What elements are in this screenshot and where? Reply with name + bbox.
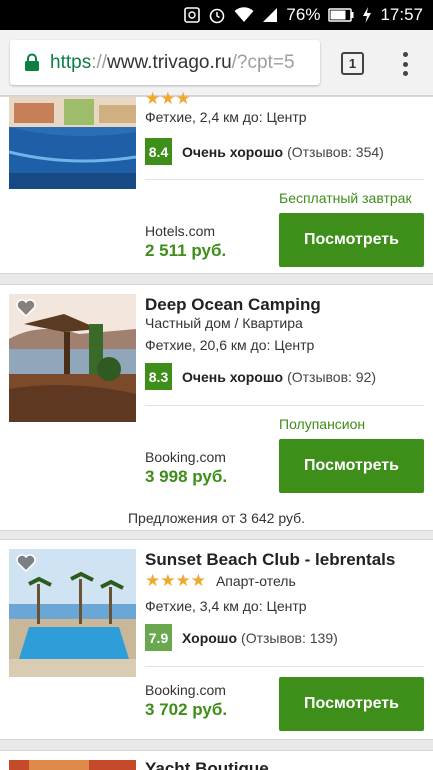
signal-icon	[262, 7, 278, 23]
battery-icon	[328, 8, 354, 22]
hotel-distance: Фетхие, 3,4 км до: Центр	[145, 598, 307, 614]
view-deal-button[interactable]: Посмотреть	[279, 677, 424, 731]
hotel-type: Частный дом / Квартира	[145, 315, 303, 331]
rating: 7.9 Хорошо (Отзывов: 139)	[145, 624, 338, 651]
hotel-name[interactable]: Deep Ocean Camping	[145, 295, 321, 315]
review-count: (Отзывов: 354)	[287, 143, 384, 160]
rating: 8.4 Очень хорошо (Отзывов: 354)	[145, 138, 384, 165]
hotel-card[interactable]: Sunset Beach Club - lebrentals ★★★★ Апар…	[0, 539, 433, 740]
rating-score: 8.3	[145, 363, 172, 390]
hotel-card[interactable]: Deep Ocean Camping Частный дом / Квартир…	[0, 284, 433, 531]
charging-icon	[362, 7, 372, 23]
hotel-name[interactable]: Yacht Boutique	[145, 759, 269, 770]
hotel-stars: ★★★★	[145, 571, 206, 590]
lock-icon	[24, 53, 40, 72]
overflow-menu-icon[interactable]	[398, 50, 412, 78]
hotel-photo[interactable]	[9, 294, 136, 422]
offers-link[interactable]: Предложения от 3 642 руб.	[0, 510, 433, 526]
hotel-class: ★★★★ Апарт-отель	[145, 571, 296, 591]
review-count: (Отзывов: 139)	[241, 629, 338, 646]
url-host: www.trivago.ru	[107, 51, 232, 73]
review-count: (Отзывов: 92)	[287, 368, 377, 385]
hotel-photo[interactable]	[9, 97, 136, 189]
hotel-distance: Фетхие, 2,4 км до: Центр	[145, 109, 307, 125]
photo-notification-icon	[184, 7, 201, 23]
booking-site: Booking.com	[145, 682, 226, 698]
rating: 8.3 Очень хорошо (Отзывов: 92)	[145, 363, 376, 390]
clock: 17:57	[380, 5, 423, 24]
hotel-price: 3 702 руб.	[145, 700, 228, 719]
address-bar[interactable]: https://www.trivago.ru/?cpt=5	[10, 40, 320, 85]
hotel-photo[interactable]	[9, 549, 136, 677]
deal-badge: Бесплатный завтрак	[279, 190, 412, 206]
rating-score: 8.4	[145, 138, 172, 165]
url-path: /?cpt=5	[231, 51, 295, 73]
browser-toolbar: https://www.trivago.ru/?cpt=5 1	[0, 30, 433, 96]
rating-score: 7.9	[145, 624, 172, 651]
rating-text: Хорошо	[182, 629, 238, 646]
hotel-price: 3 998 руб.	[145, 467, 228, 486]
hotel-price: 2 511 руб.	[145, 241, 227, 260]
rating-text: Очень хорошо	[182, 368, 284, 385]
divider	[145, 405, 424, 406]
battery-percent: 76%	[286, 5, 321, 24]
wifi-icon	[234, 7, 254, 23]
rating-text: Очень хорошо	[182, 143, 284, 160]
deal-badge: Полупансион	[279, 416, 366, 432]
hotel-card[interactable]: Yacht Boutique	[0, 750, 433, 770]
booking-site: Hotels.com	[145, 223, 216, 239]
hotel-type: Апарт-отель	[215, 573, 296, 589]
hotel-photo[interactable]	[9, 760, 136, 770]
alarm-icon	[208, 6, 226, 24]
booking-site: Booking.com	[145, 449, 226, 465]
view-deal-button[interactable]: Посмотреть	[279, 439, 424, 493]
tab-switcher-button[interactable]: 1	[341, 52, 364, 75]
status-bar: 76% 17:57	[0, 0, 433, 30]
hotel-name[interactable]: Sunset Beach Club - lebrentals	[145, 550, 395, 570]
url-scheme: https	[50, 51, 92, 73]
hotel-card[interactable]: ★★★ Фетхие, 2,4 км до: Центр 8.4 Очень х…	[0, 89, 433, 274]
divider	[145, 666, 424, 667]
favorite-heart-icon[interactable]	[16, 554, 36, 577]
hotel-stars: ★★★	[145, 89, 191, 108]
url-separator: ://	[91, 51, 108, 73]
view-deal-button[interactable]: Посмотреть	[279, 213, 424, 267]
favorite-heart-icon[interactable]	[16, 299, 36, 322]
hotel-distance: Фетхие, 20,6 км до: Центр	[145, 337, 315, 353]
divider	[145, 179, 424, 180]
